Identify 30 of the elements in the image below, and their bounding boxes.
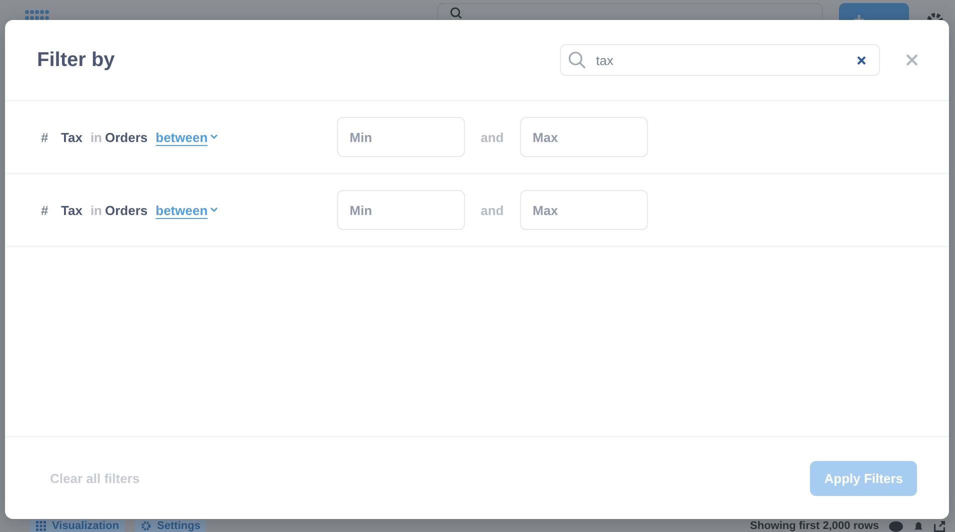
modal-title: Filter by <box>37 48 115 72</box>
bell-icon[interactable] <box>913 520 924 532</box>
min-input[interactable]: Min <box>336 117 465 157</box>
max-input[interactable]: Max <box>520 190 648 230</box>
table-name: Orders <box>105 202 148 218</box>
and-label: and <box>480 130 505 144</box>
field-name: Tax <box>61 130 82 144</box>
number-field-icon: # <box>41 130 61 144</box>
number-field-icon: # <box>41 202 61 218</box>
max-input[interactable]: Max <box>520 117 648 157</box>
field-name: Tax <box>61 202 82 218</box>
share-icon[interactable] <box>934 520 945 532</box>
chevron-down-icon <box>210 207 218 213</box>
operator-dropdown[interactable]: between <box>156 130 218 144</box>
gear-icon <box>141 521 152 531</box>
in-label: in <box>90 130 102 144</box>
min-input[interactable]: Min <box>336 190 465 230</box>
chevron-down-icon <box>210 134 218 140</box>
row-count: Showing first 2,000 rows <box>750 520 879 532</box>
and-label: and <box>480 202 505 218</box>
grid-icon <box>36 521 46 531</box>
clear-search-icon[interactable] <box>857 56 866 65</box>
search-icon <box>450 7 462 19</box>
in-label: in <box>90 202 102 218</box>
view-tab[interactable]: Settings <box>135 520 206 532</box>
filter-search-field[interactable]: tax <box>560 44 880 76</box>
operator-dropdown[interactable]: between <box>156 202 218 218</box>
view-tab[interactable]: Visualization <box>30 520 126 532</box>
table-name: Orders <box>105 130 148 144</box>
search-icon <box>568 51 586 69</box>
